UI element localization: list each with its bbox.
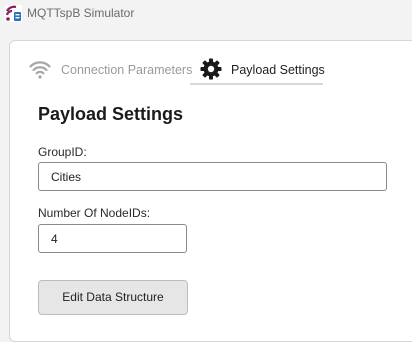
node-count-label: Number Of NodeIDs: xyxy=(38,206,151,220)
node-count-input[interactable]: 4 xyxy=(38,224,187,253)
wifi-icon xyxy=(29,61,51,79)
tab-bar: Connection Parameters Payload Settings xyxy=(9,41,412,85)
page-title: Payload Settings xyxy=(38,104,184,124)
group-id-input[interactable]: Cities xyxy=(38,162,387,191)
tab-payload-settings-label: Payload Settings xyxy=(231,63,325,77)
tab-connection-parameters-label: Connection Parameters xyxy=(61,63,193,77)
tab-payload-settings[interactable]: Payload Settings xyxy=(197,55,333,85)
gear-icon xyxy=(200,58,222,80)
group-id-label: GroupID: xyxy=(38,145,87,159)
app-logo-icon xyxy=(5,5,22,22)
edit-data-structure-button[interactable]: Edit Data Structure xyxy=(38,280,188,315)
title-bar: MQTTspB Simulator xyxy=(0,0,412,28)
tab-connection-parameters[interactable]: Connection Parameters xyxy=(26,55,194,85)
selected-tab-indicator xyxy=(190,83,323,85)
window-title: MQTTspB Simulator xyxy=(27,6,135,20)
